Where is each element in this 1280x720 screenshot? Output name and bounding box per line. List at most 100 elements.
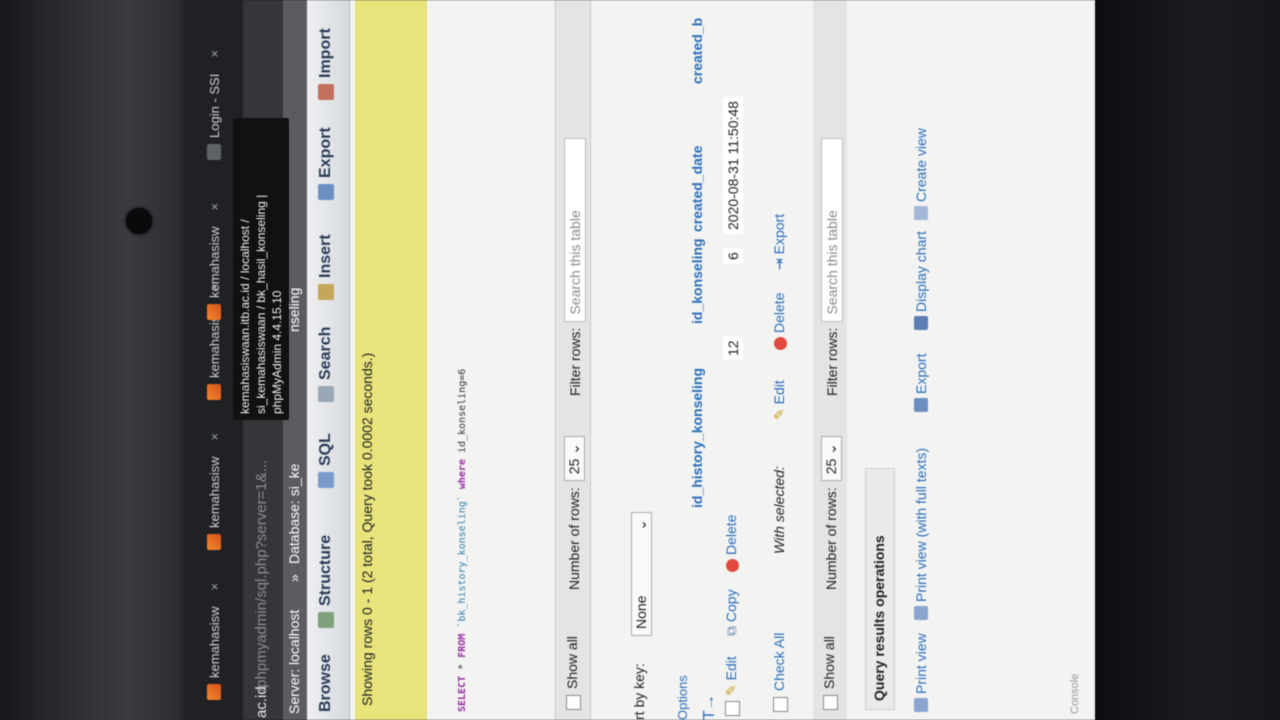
print-view-full-link[interactable]: Print view (with full texts) [913, 448, 929, 620]
cell-id-history[interactable]: 12 [723, 336, 743, 360]
tab-label: kemahasisw [206, 456, 222, 528]
filter-input[interactable]: Search this table [564, 137, 586, 322]
rows-count: Number of rows:25 ⌄ [821, 436, 842, 590]
main-menu: Browse Structure SQL Search Insert Expor… [307, 0, 350, 720]
copy-link[interactable]: ⧉ Copy [723, 589, 740, 636]
tab-browse[interactable]: Browse [317, 654, 335, 712]
chart-icon [914, 316, 928, 330]
sql-icon [318, 472, 334, 488]
options-link[interactable]: Options [675, 675, 690, 720]
export-link[interactable]: Export [913, 354, 929, 412]
console-tab[interactable]: Console [1069, 674, 1081, 714]
table-row: ✎ Edit ⧉ Copy Delete 12 6 2020-08-31 11:… [719, 0, 751, 720]
tab-label: kemahasisw [206, 606, 222, 678]
close-icon[interactable]: × [207, 433, 222, 441]
insert-icon [318, 284, 334, 300]
view-icon [914, 206, 928, 220]
with-selected-bar: Check All With selected: ✎ Edit Delete ⇥… [769, 0, 797, 720]
success-message: Showing rows 0 - 1 (2 total, Query took … [355, 0, 427, 720]
sort-label: rt by key: [631, 663, 647, 720]
display-chart-link[interactable]: Display chart [913, 231, 929, 330]
tab-import[interactable]: Import [317, 28, 335, 100]
show-all-toggle[interactable]: Show all [821, 636, 838, 710]
phpmyadmin-icon [207, 304, 221, 320]
navigation-bar: Show all Number of rows:25 ⌄ Filter rows… [555, 0, 591, 720]
export-icon: ⇥ [771, 258, 787, 270]
tab-tooltip: kemahasiswaan.itb.ac.id / localhost / si… [233, 118, 289, 420]
export-icon [914, 398, 928, 412]
phpmyadmin-icon [207, 684, 221, 700]
breadcrumb-server[interactable]: Server: localhost [286, 610, 302, 714]
column-header[interactable]: created_date [689, 146, 705, 232]
breadcrumb-separator: » [286, 574, 302, 582]
query-ops-links: Print view Print view (with full texts) … [909, 0, 941, 720]
checkbox[interactable] [565, 695, 581, 710]
tab-insert[interactable]: Insert [317, 234, 335, 300]
site-icon [207, 144, 221, 160]
navigation-bar-bottom: Show all Number of rows:25 ⌄ Filter rows… [813, 0, 847, 720]
bulk-edit[interactable]: ✎ Edit [771, 380, 788, 420]
structure-icon [318, 612, 334, 628]
edit-link[interactable]: ✎ Edit [723, 656, 740, 696]
tab-label: kemahasisw [206, 226, 222, 298]
rows-count: Number of rows:25 ⌄ [564, 436, 585, 590]
rows-select[interactable]: 25 ⌄ [821, 436, 842, 482]
tab-structure[interactable]: Structure [317, 535, 335, 628]
url-path: /phpmyadmin/sql.php?server=1&... [253, 459, 270, 692]
tab-search[interactable]: Search [317, 327, 335, 402]
close-icon[interactable]: × [207, 203, 222, 211]
delete-icon [773, 337, 787, 350]
rows-select[interactable]: 25 ⌄ [564, 436, 585, 482]
browser-tab[interactable]: kemahasisw × [199, 583, 229, 700]
bulk-export[interactable]: ⇥ Export [771, 214, 788, 270]
filter-rows: Filter rows:Search this table [821, 137, 843, 396]
sql-query: SELECT * FROM `bk_history_konseling` whe… [457, 368, 468, 712]
browser-tab[interactable]: kemahasisw × [199, 433, 229, 550]
section-title: Query results operations [871, 535, 887, 701]
sort-by-key: rt by key: None ⌄ [625, 0, 655, 720]
breadcrumb-database[interactable]: Database: si_ke [286, 464, 302, 564]
import-icon [318, 84, 334, 100]
tab-label: Login - SSI [206, 73, 222, 138]
phpmyadmin-icon [207, 534, 221, 550]
sort-select[interactable]: None ⌄ [631, 512, 652, 642]
filter-input[interactable]: Search this table [821, 137, 843, 322]
export-icon [318, 184, 334, 200]
print-icon [914, 606, 928, 620]
webcam [126, 208, 152, 234]
with-selected-label: With selected: [771, 466, 787, 554]
close-icon[interactable]: × [207, 50, 222, 58]
print-view-link[interactable]: Print view [913, 633, 929, 712]
column-header[interactable]: id_history_konseling [689, 368, 705, 508]
browser-screen: kemahasisw × kemahasisw × kemahasisw × k… [185, 0, 1095, 720]
print-icon [914, 698, 928, 712]
tooltip-line: si_kemahasiswaan / bk_hasil_konseling | [254, 194, 268, 414]
phpmyadmin-icon [207, 384, 221, 400]
close-icon[interactable]: × [207, 583, 222, 591]
tooltip-line: kemahasiswaan.itb.ac.id / localhost / [238, 219, 252, 414]
column-header[interactable]: created_b [689, 18, 705, 84]
column-toggle-arrows[interactable]: T→ [701, 694, 719, 720]
search-icon [318, 386, 334, 402]
query-results-operations: Query results operations [865, 468, 895, 710]
pencil-icon: ✎ [771, 408, 787, 420]
tab-sql[interactable]: SQL [317, 433, 335, 488]
copy-icon: ⧉ [723, 626, 739, 636]
create-view-link[interactable]: Create view [913, 128, 929, 220]
tooltip-line: phpMyAdmin 4.4.15.10 [270, 290, 284, 414]
column-header[interactable]: id_konseling [689, 238, 705, 324]
row-checkbox[interactable] [723, 695, 740, 716]
browser-tab[interactable]: kemahasisw × [199, 203, 229, 320]
cell-id-konseling[interactable]: 6 [723, 248, 743, 264]
bulk-delete[interactable]: Delete [771, 293, 787, 350]
delete-icon [725, 559, 739, 572]
filter-rows: Filter rows:Search this table [564, 137, 586, 396]
check-all[interactable]: Check All [771, 633, 788, 712]
tab-export[interactable]: Export [317, 127, 335, 200]
delete-link[interactable]: Delete [723, 515, 739, 572]
browser-tab[interactable]: Login - SSI × [199, 50, 229, 160]
cell-created-date[interactable]: 2020-08-31 11:50:48 [723, 97, 743, 234]
monitor-bezel [1090, 0, 1280, 720]
pencil-icon: ✎ [723, 684, 739, 696]
show-all-toggle[interactable]: Show all [564, 636, 581, 710]
